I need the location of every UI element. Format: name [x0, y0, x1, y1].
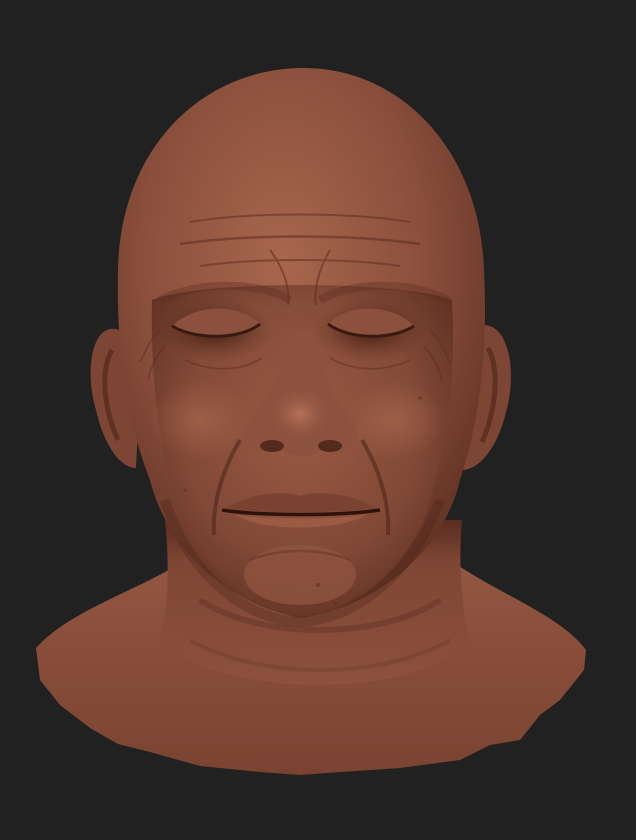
- chin: [244, 545, 356, 605]
- viewport: [0, 0, 636, 840]
- sculpt-render: [36, 67, 586, 775]
- left-nostril: [260, 440, 284, 452]
- right-nostril: [318, 440, 342, 452]
